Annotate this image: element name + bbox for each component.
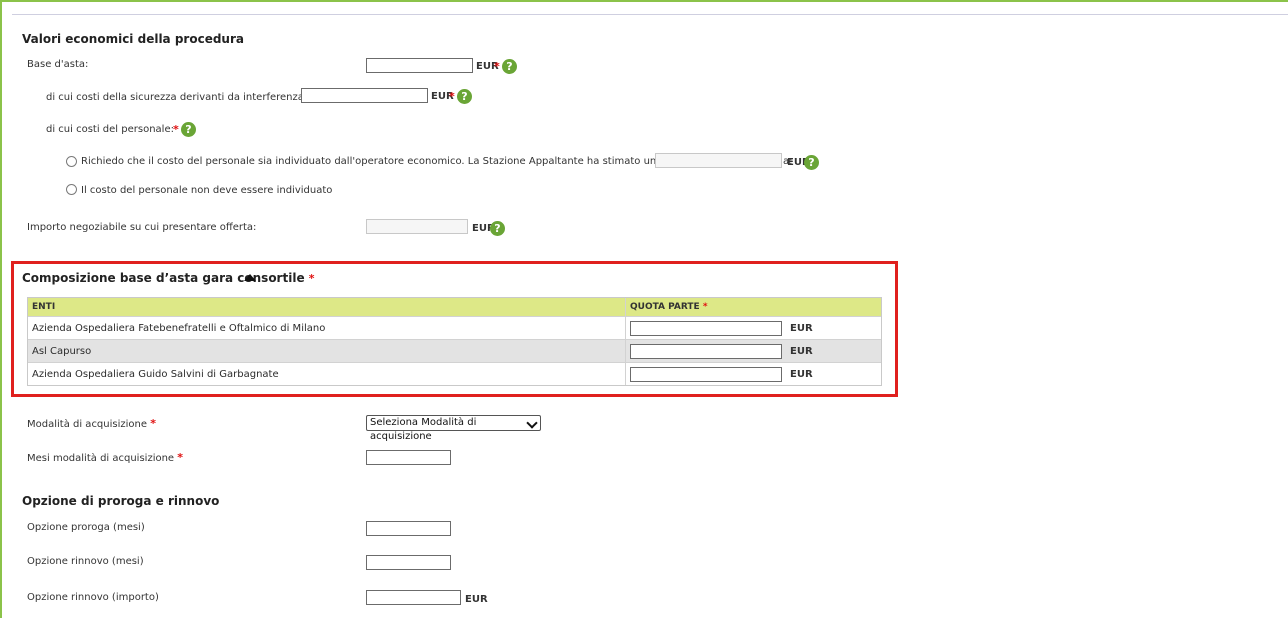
chevron-down-icon xyxy=(526,417,538,429)
sicurezza-required: * xyxy=(449,90,455,103)
opzione-rinnovo-importo-input[interactable] xyxy=(366,590,461,605)
ente-name: Azienda Ospedaliera Fatebenefratelli e O… xyxy=(28,317,626,339)
importo-negoziabile-input[interactable] xyxy=(366,219,468,234)
table-header: ENTI QUOTA PARTE * xyxy=(28,298,881,316)
column-header-enti: ENTI xyxy=(28,298,626,316)
sicurezza-label: di cui costi della sicurezza derivanti d… xyxy=(46,92,308,103)
quota-unit: EUR xyxy=(790,345,813,357)
quota-unit: EUR xyxy=(790,368,813,380)
column-header-quota: QUOTA PARTE * xyxy=(630,302,708,312)
importo-negoziabile-label: Importo negoziabile su cui presentare of… xyxy=(27,222,257,233)
quota-unit: EUR xyxy=(790,322,813,334)
table-row: Asl Capurso EUR xyxy=(28,339,881,362)
personale-stimato-input[interactable] xyxy=(655,153,782,168)
help-icon[interactable]: ? xyxy=(804,155,819,170)
opzione-rinnovo-importo-label: Opzione rinnovo (importo) xyxy=(27,592,159,603)
opzione-rinnovo-importo-unit: EUR xyxy=(465,594,488,605)
opzione-rinnovo-mesi-input[interactable] xyxy=(366,555,451,570)
modalita-acquisizione-label: Modalità di acquisizione * xyxy=(27,417,156,430)
help-icon[interactable]: ? xyxy=(457,89,472,104)
table-row: Azienda Ospedaliera Guido Salvini di Gar… xyxy=(28,362,881,385)
mesi-acquisizione-label: Mesi modalità di acquisizione * xyxy=(27,451,184,464)
base-asta-label: Base d'asta: xyxy=(27,59,89,70)
opzione-rinnovo-mesi-label: Opzione rinnovo (mesi) xyxy=(27,556,144,567)
frame-top-border xyxy=(0,0,1288,2)
quota-input[interactable] xyxy=(630,343,782,359)
radio-personale-non-individuato[interactable] xyxy=(66,184,77,195)
modalita-acquisizione-select[interactable]: Seleziona Modalità di acquisizione xyxy=(366,415,541,442)
opzione-proroga-label: Opzione proroga (mesi) xyxy=(27,522,145,533)
section-separator xyxy=(12,14,1288,15)
radio-personale-stimato[interactable] xyxy=(66,156,77,167)
mesi-acquisizione-input[interactable] xyxy=(366,450,451,465)
personale-label: di cui costi del personale: xyxy=(46,124,174,135)
consortile-table: ENTI QUOTA PARTE * Azienda Ospedaliera F… xyxy=(27,297,882,386)
base-asta-required: * xyxy=(494,60,500,73)
quota-input[interactable] xyxy=(630,320,782,336)
quota-cell: EUR xyxy=(626,363,881,385)
section-title-valori: Valori economici della procedura xyxy=(22,32,244,46)
opzione-proroga-input[interactable] xyxy=(366,521,451,536)
quota-cell: EUR xyxy=(626,317,881,339)
quota-input[interactable] xyxy=(630,366,782,382)
sicurezza-input[interactable] xyxy=(301,88,428,103)
quota-cell: EUR xyxy=(626,340,881,362)
ente-name: Asl Capurso xyxy=(28,340,626,362)
radio-personale-non-individuato-label: Il costo del personale non deve essere i… xyxy=(81,185,333,196)
frame-left-border xyxy=(0,0,2,618)
help-icon[interactable]: ? xyxy=(490,221,505,236)
help-icon[interactable]: ? xyxy=(181,122,196,137)
base-asta-input[interactable] xyxy=(366,58,473,73)
section-title-proroga: Opzione di proroga e rinnovo xyxy=(22,494,220,508)
ente-name: Azienda Ospedaliera Guido Salvini di Gar… xyxy=(28,363,626,385)
collapse-arrow-icon[interactable] xyxy=(244,274,256,281)
personale-required: * xyxy=(173,123,179,136)
consortile-title: Composizione base d’asta gara consortile… xyxy=(22,271,315,285)
help-icon[interactable]: ? xyxy=(502,59,517,74)
table-row: Azienda Ospedaliera Fatebenefratelli e O… xyxy=(28,316,881,339)
